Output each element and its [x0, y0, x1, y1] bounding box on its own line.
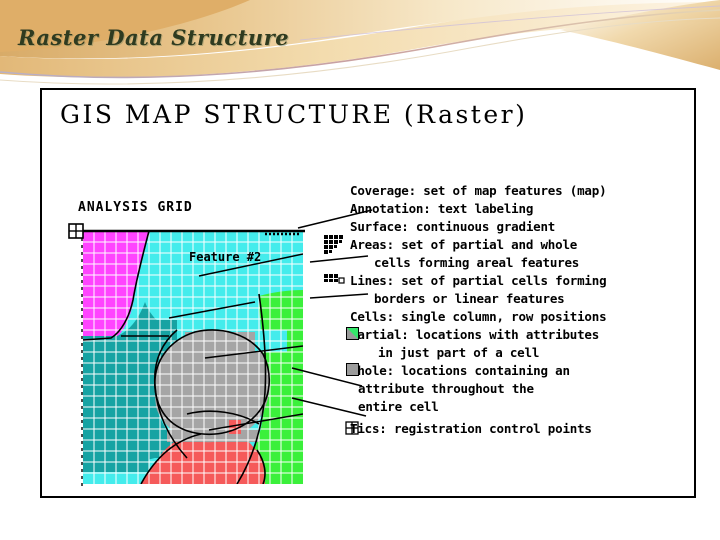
legend-row-tics: Tics: registration control points — [324, 420, 696, 437]
legend-label-partial-cont: in just part of a cell — [378, 345, 540, 360]
legend-label-partial: Partial: locations with attributes — [350, 327, 600, 342]
legend-row-whole-cont2: entire cell — [324, 398, 696, 415]
legend-label-areas: Areas: set of partial and whole — [350, 237, 578, 252]
wave-right — [560, 0, 720, 70]
legend-label-coverage: Coverage: set of map features (map) — [350, 183, 607, 198]
analysis-grid: Feature #2 — [59, 218, 309, 493]
feature-label: Feature #2 — [189, 250, 262, 264]
icon-slot-areas — [324, 235, 350, 254]
tic-marker-origin — [68, 223, 84, 239]
legend-row-partial-cont: in just part of a cell — [324, 344, 696, 361]
wave-thin-line-3 — [299, 5, 720, 41]
legend-row-cells: Cells: single column, row positions — [324, 308, 696, 325]
grid-regions — [83, 231, 303, 484]
icon-slot-empty — [324, 200, 350, 217]
legend-row-whole: Whole: locations containing an — [324, 362, 696, 379]
tics-icon — [345, 421, 359, 435]
legend-row-coverage: Coverage: set of map features (map) — [324, 182, 696, 199]
slide-canvas: Raster Data Structure GIS MAP STRUCTURE … — [0, 0, 720, 540]
legend-label-annotation: Annotation: text labeling — [350, 201, 534, 216]
legend-row-surface: Surface: continuous gradient — [324, 218, 696, 235]
legend-row-areas: Areas: set of partial and whole — [324, 235, 696, 254]
legend-label-whole-cont1: attribute throughout the — [358, 381, 534, 396]
legend-label-whole: Whole: locations containing an — [350, 363, 570, 378]
page-title: Raster Data Structure — [18, 25, 290, 50]
icon-slot-partial — [324, 326, 359, 343]
analysis-grid-label: ANALYSIS GRID — [78, 200, 193, 215]
partial-cell-icon — [346, 327, 359, 340]
legend-label-surface: Surface: continuous gradient — [350, 219, 556, 234]
icon-slot-whole — [324, 362, 359, 379]
icon-slot-empty — [324, 218, 350, 235]
legend-label-tics: Tics: registration control points — [350, 421, 592, 436]
legend-label-areas-cont: cells forming areal features — [374, 255, 580, 270]
legend-row-lines-cont: borders or linear features — [324, 290, 696, 307]
legend-row-whole-cont1: attribute throughout the — [324, 380, 696, 397]
areas-icon — [324, 235, 343, 254]
legend-label-cells: Cells: single column, row positions — [350, 309, 607, 324]
legend-label-whole-cont2: entire cell — [358, 399, 439, 414]
icon-slot-lines — [324, 272, 350, 289]
legend-row-lines: Lines: set of partial cells forming — [324, 272, 696, 289]
whole-cell-icon — [346, 363, 359, 376]
legend-row-annotation: Annotation: text labeling — [324, 200, 696, 217]
lines-icon — [324, 274, 345, 284]
legend-label-lines-cont: borders or linear features — [374, 291, 565, 306]
legend-row-areas-cont: cells forming areal features — [324, 254, 696, 271]
figure-title: GIS MAP STRUCTURE (Raster) — [60, 100, 528, 129]
icon-slot-tics — [324, 420, 359, 437]
raster-grid-svg — [68, 223, 305, 488]
legend: Coverage: set of map features (map) Anno… — [324, 182, 696, 438]
icon-slot-empty — [324, 182, 350, 199]
legend-label-lines: Lines: set of partial cells forming — [350, 273, 607, 288]
figure-frame: GIS MAP STRUCTURE (Raster) ANALYSIS GRID — [40, 88, 696, 498]
legend-row-partial: Partial: locations with attributes — [324, 326, 696, 343]
